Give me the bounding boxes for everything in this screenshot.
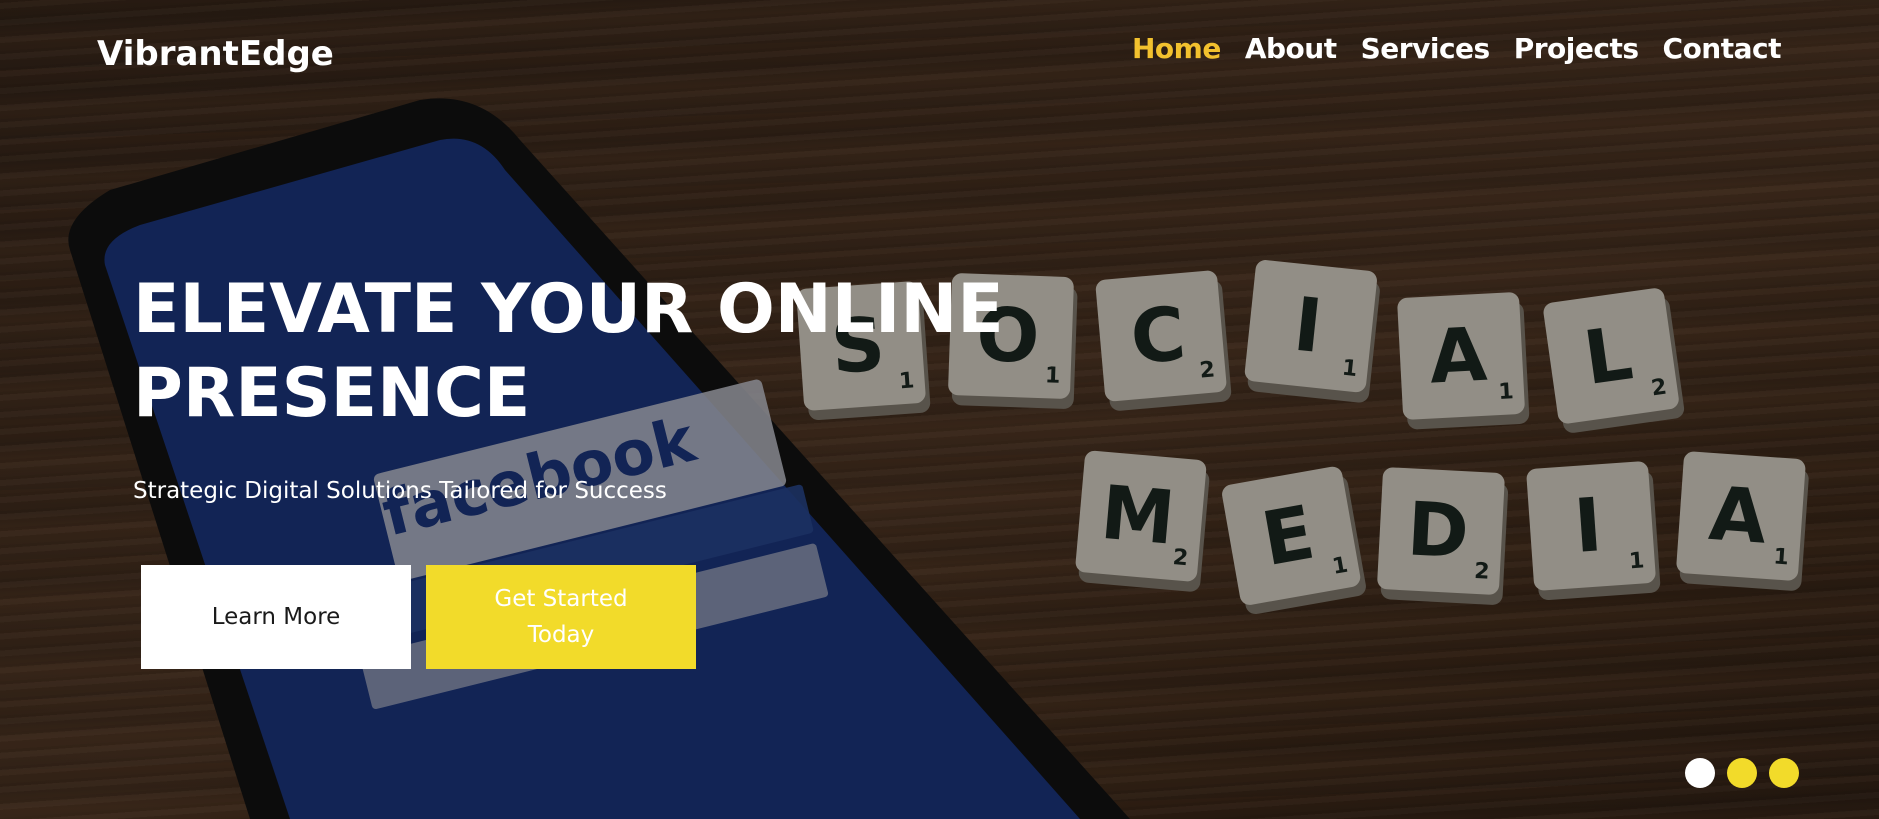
nav-item-contact[interactable]: Contact — [1663, 32, 1782, 65]
main-nav: Home About Services Projects Contact — [1132, 32, 1782, 65]
nav-item-projects[interactable]: Projects — [1514, 32, 1639, 65]
nav-item-home[interactable]: Home — [1132, 32, 1221, 65]
nav-item-services[interactable]: Services — [1361, 32, 1491, 65]
hero-section: facebook S1O1C2I1A1L2 M2E1D2I1A1 Vibrant… — [0, 0, 1879, 819]
nav-item-about[interactable]: About — [1245, 32, 1337, 65]
slider-dot-3[interactable] — [1769, 758, 1799, 788]
get-started-button[interactable]: Get Started Today — [426, 565, 696, 669]
hero-headline-line2: PRESENCE — [133, 354, 531, 433]
slider-dot-2[interactable] — [1727, 758, 1757, 788]
hero-subheadline: Strategic Digital Solutions Tailored for… — [133, 478, 667, 504]
hero-headline: ELEVATE YOUR ONLINE PRESENCE — [133, 268, 1033, 436]
slider-dot-1[interactable] — [1685, 758, 1715, 788]
brand-logo[interactable]: VibrantEdge — [97, 34, 334, 74]
hero-headline-line1: ELEVATE YOUR ONLINE — [133, 270, 1004, 349]
slider-dots — [1685, 758, 1799, 788]
learn-more-button[interactable]: Learn More — [141, 565, 411, 669]
